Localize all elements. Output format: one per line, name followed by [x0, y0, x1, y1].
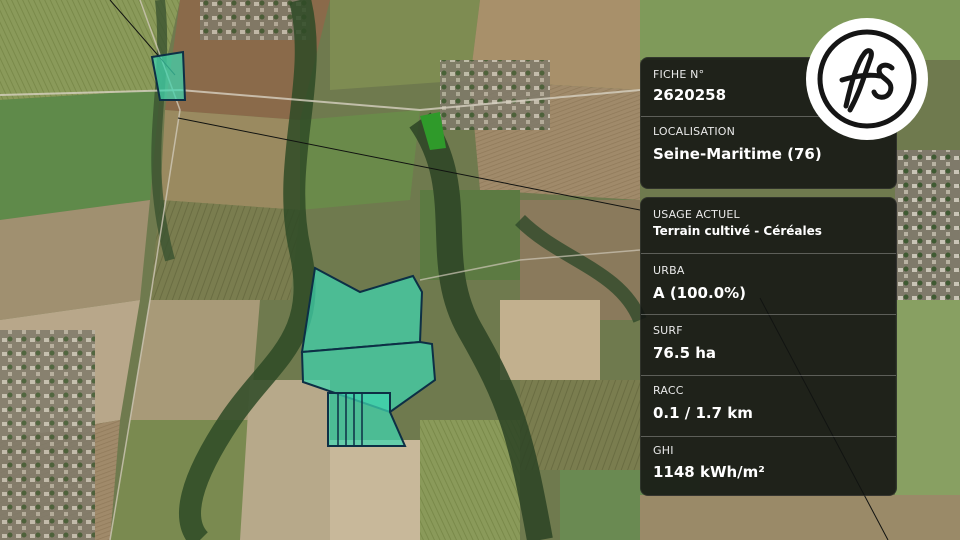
fiche-label: FICHE N°: [653, 68, 705, 81]
racc-row: RACC 0.1 / 1.7 km: [641, 376, 896, 437]
urba-value: A (100.0%): [653, 284, 747, 302]
usage-value: Terrain cultivé - Céréales: [653, 224, 822, 238]
fs-logo-icon: [817, 29, 917, 129]
urba-label: URBA: [653, 264, 685, 277]
brand-logo[interactable]: [806, 18, 928, 140]
fiche-value: 2620258: [653, 86, 727, 104]
surf-value: 76.5 ha: [653, 344, 717, 362]
panel-details: USAGE ACTUEL Terrain cultivé - Céréales …: [640, 197, 897, 496]
ghi-row: GHI 1148 kWh/m²: [641, 437, 896, 495]
surf-row: SURF 76.5 ha: [641, 315, 896, 376]
usage-label: USAGE ACTUEL: [653, 208, 740, 221]
racc-value: 0.1 / 1.7 km: [653, 404, 753, 422]
usage-row: USAGE ACTUEL Terrain cultivé - Céréales: [641, 198, 896, 254]
racc-label: RACC: [653, 384, 684, 397]
urba-row: URBA A (100.0%): [641, 254, 896, 315]
localisation-value: Seine-Maritime (76): [653, 145, 822, 163]
surf-label: SURF: [653, 324, 683, 337]
localisation-label: LOCALISATION: [653, 125, 736, 138]
ghi-value: 1148 kWh/m²: [653, 463, 765, 481]
ghi-label: GHI: [653, 444, 674, 457]
